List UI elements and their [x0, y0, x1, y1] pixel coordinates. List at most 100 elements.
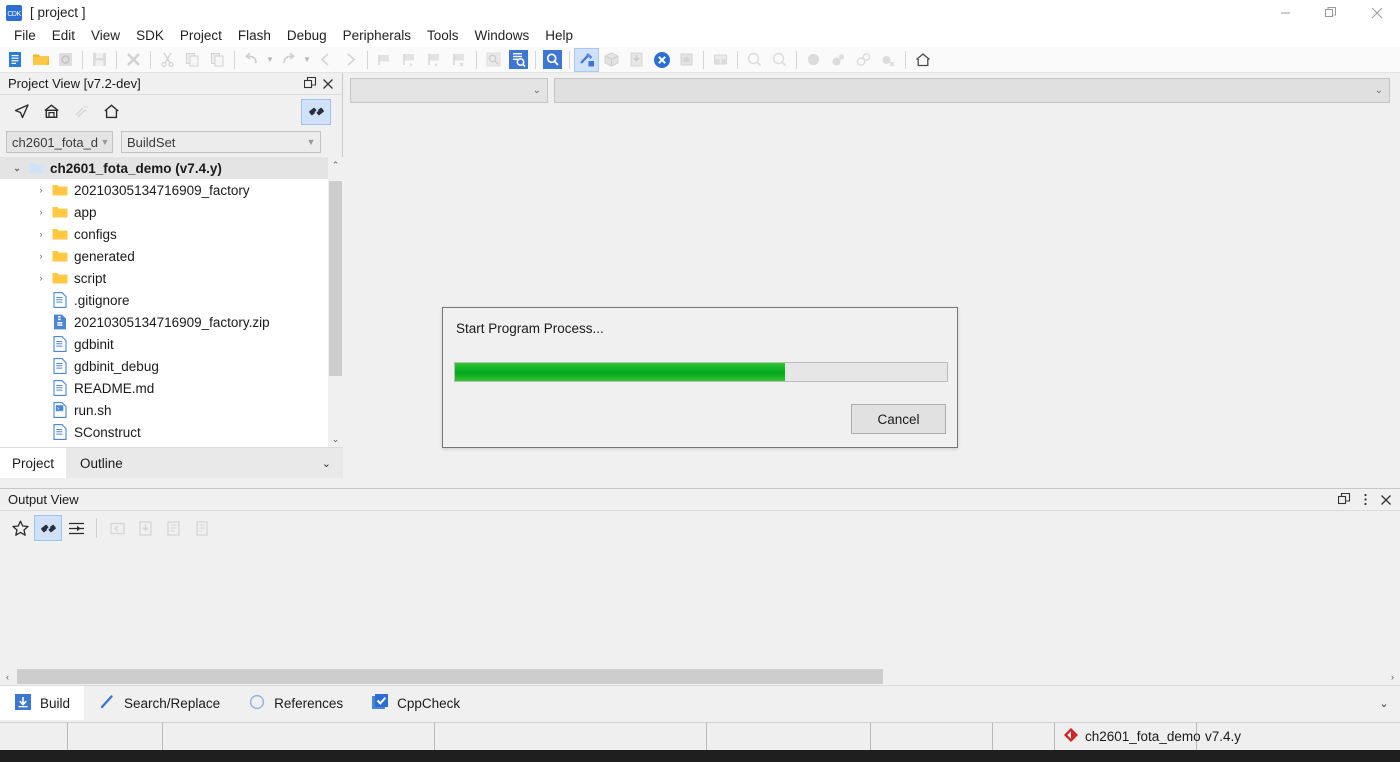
open-folder-icon[interactable]: [28, 48, 53, 72]
editor-scope-select[interactable]: ⌄: [350, 77, 548, 103]
menu-peripherals[interactable]: Peripherals: [335, 25, 419, 47]
project-tree[interactable]: ⌄ ch2601_fota_demo (v7.4.y) › 2021030513…: [0, 157, 343, 447]
tree-row-label: 20210305134716909_factory: [74, 182, 250, 198]
float-panel-button[interactable]: [302, 76, 318, 92]
tree-row[interactable]: › generated: [0, 245, 343, 267]
progress-bar: [454, 362, 948, 382]
menu-project[interactable]: Project: [172, 25, 230, 47]
stop-build-icon[interactable]: [649, 48, 674, 72]
status-project[interactable]: ch2601_fota_demo: [1055, 723, 1201, 750]
chevron-right-icon[interactable]: ›: [32, 201, 50, 223]
chevron-down-icon[interactable]: ⌄: [8, 157, 26, 179]
tree-row[interactable]: › 20210305134716909_factory: [0, 179, 343, 201]
toolbar-separator: [476, 50, 477, 69]
window-title: [ project ]: [30, 5, 86, 20]
link-view-icon[interactable]: [34, 515, 62, 541]
scroll-right-icon[interactable]: ›: [1385, 668, 1400, 685]
file-icon: [50, 377, 70, 399]
tree-row-label: generated: [74, 248, 135, 264]
search-icon[interactable]: [540, 48, 565, 72]
favorite-icon[interactable]: [6, 515, 34, 541]
toolbar-separator: [905, 50, 906, 69]
output-text-area[interactable]: [0, 545, 1400, 668]
close-panel-button[interactable]: [1378, 492, 1394, 508]
wrap-lines-icon[interactable]: [62, 515, 90, 541]
tree-row-label: SConstruct: [74, 424, 141, 440]
tab-project[interactable]: Project: [0, 448, 67, 478]
chevron-right-icon[interactable]: ›: [32, 223, 50, 245]
toolbar-separator: [234, 50, 235, 69]
tree-row[interactable]: gdbinit: [0, 333, 343, 355]
close-panel-button[interactable]: [320, 76, 336, 92]
tree-row[interactable]: › app: [0, 201, 343, 223]
float-panel-button[interactable]: [1336, 492, 1352, 508]
tree-row-label: gdbinit_debug: [74, 358, 159, 374]
menu-flash[interactable]: Flash: [230, 25, 279, 47]
menu-debug[interactable]: Debug: [279, 25, 335, 47]
scrollbar-track[interactable]: [328, 173, 343, 431]
menu-sdk[interactable]: SDK: [128, 25, 172, 47]
hscrollbar-thumb[interactable]: [17, 669, 883, 684]
tree-vertical-scrollbar[interactable]: ⌃ ⌄: [328, 157, 343, 447]
toolbar-separator: [96, 518, 97, 538]
locate-file-icon[interactable]: [6, 99, 36, 125]
scroll-up-icon[interactable]: ⌃: [328, 157, 343, 173]
navigate-back-icon: [313, 48, 338, 72]
menu-view[interactable]: View: [83, 25, 128, 47]
output-horizontal-scrollbar[interactable]: ‹ ›: [0, 668, 1400, 685]
scroll-left-icon[interactable]: ‹: [0, 668, 15, 685]
link-view-icon[interactable]: [301, 98, 331, 125]
menu-bar: File Edit View SDK Project Flash Debug P…: [0, 25, 1400, 47]
buildset-select[interactable]: BuildSet ▼: [121, 131, 321, 153]
toolbar-separator: [116, 50, 117, 69]
tree-row[interactable]: .gitignore: [0, 289, 343, 311]
chevron-down-icon[interactable]: ⌄: [322, 457, 343, 470]
editor-symbol-select[interactable]: ⌄: [554, 77, 1390, 103]
tree-row[interactable]: ⌄ ch2601_fota_demo (v7.4.y): [0, 157, 343, 179]
menu-help[interactable]: Help: [537, 25, 581, 47]
tree-row[interactable]: >_ run.sh: [0, 399, 343, 421]
panel-menu-button[interactable]: [1357, 492, 1373, 508]
tab-references[interactable]: References: [234, 686, 357, 720]
tab-build[interactable]: Build: [0, 686, 85, 720]
project-view-header-buttons: [302, 76, 342, 92]
menu-tools[interactable]: Tools: [419, 25, 467, 47]
build-icon[interactable]: [574, 47, 599, 72]
new-file-icon[interactable]: [3, 48, 28, 72]
svg-text:ZIP: ZIP: [57, 322, 63, 326]
home-icon[interactable]: [910, 48, 935, 72]
tab-search-replace[interactable]: Search/Replace: [84, 686, 234, 720]
restore-button[interactable]: [1308, 0, 1354, 25]
chevron-right-icon[interactable]: ›: [32, 179, 50, 201]
scroll-down-icon[interactable]: ⌄: [328, 431, 343, 447]
tree-row[interactable]: README.md: [0, 377, 343, 399]
menu-edit[interactable]: Edit: [44, 25, 83, 47]
tree-row[interactable]: SConstruct: [0, 421, 343, 443]
project-select[interactable]: ch2601_fota_d ▼: [6, 131, 113, 153]
tabs-overflow-button[interactable]: ⌄: [1368, 686, 1400, 720]
tree-row-label: script: [74, 270, 107, 286]
chevron-right-icon[interactable]: ›: [32, 267, 50, 289]
chevron-right-icon[interactable]: ›: [32, 245, 50, 267]
cancel-button[interactable]: Cancel: [851, 404, 946, 434]
refresh-project-icon: [53, 48, 78, 72]
bookmark-clear-icon: [447, 48, 472, 72]
menu-windows[interactable]: Windows: [466, 25, 537, 47]
tree-row[interactable]: › configs: [0, 223, 343, 245]
chevron-down-icon: ▼: [100, 137, 110, 147]
tab-outline[interactable]: Outline ⌄: [66, 448, 343, 478]
package-icon: [599, 48, 624, 72]
status-cell-3: [163, 723, 435, 750]
find-in-files-icon[interactable]: [506, 48, 531, 72]
tree-row[interactable]: › script: [0, 267, 343, 289]
menu-file[interactable]: File: [6, 25, 44, 47]
scrollbar-thumb[interactable]: [329, 181, 342, 376]
tab-cppcheck[interactable]: CppCheck: [357, 686, 474, 720]
minimize-button[interactable]: [1262, 0, 1308, 25]
tree-row[interactable]: ZIP 20210305134716909_factory.zip: [0, 311, 343, 333]
hscrollbar-track[interactable]: [15, 668, 1385, 685]
tree-row[interactable]: gdbinit_debug: [0, 355, 343, 377]
home-project-icon[interactable]: [36, 99, 66, 125]
close-button[interactable]: [1354, 0, 1400, 25]
go-home-icon[interactable]: [96, 99, 126, 125]
